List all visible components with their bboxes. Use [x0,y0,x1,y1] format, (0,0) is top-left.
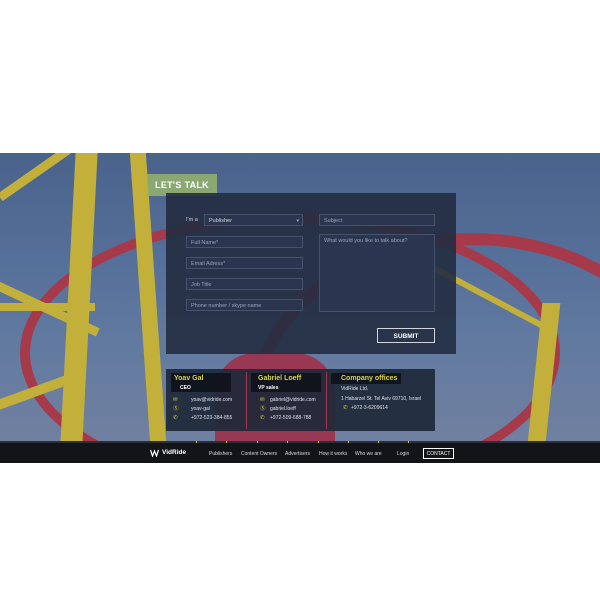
role-select-value: Publisher [209,218,232,224]
card-divider [326,372,327,429]
contact-name: Gabriel Loeff [258,375,302,382]
contact-phone[interactable]: +972-509-688-788 [270,414,311,422]
email-field[interactable]: Email Adress* [186,257,303,269]
company-phone[interactable]: +972-3-6209614 [351,404,388,412]
phone-icon: ✆ [173,415,178,421]
full-name-field[interactable]: Full Name* [186,236,303,248]
nav-content-owners[interactable]: Content Owners [241,451,277,457]
phone-icon: ✆ [343,405,348,411]
card-divider [246,372,247,429]
envelope-icon: ✉ [260,397,265,403]
contact-name: Yoav Gal [174,375,204,382]
nav-login[interactable]: Login [397,451,409,457]
skype-icon: Ⓢ [260,406,266,412]
nav-who-we-are[interactable]: Who we are [355,451,382,457]
envelope-icon: ✉ [173,397,178,403]
company-address: 1 Habarzel St. Tel Aviv 69710, Israel [341,396,422,402]
im-a-label: I'm a [186,217,198,223]
contact-skype: yoav-gal [191,406,210,412]
contact-card-ceo: Yoav Gal CEO ✉ yoav@vidride.com Ⓢ yoav-g… [168,372,245,428]
job-title-field[interactable]: Job Title [186,278,303,290]
company-offices-card: Company offices VidRide Ltd. 1 Habarzel … [328,372,434,428]
contact-button[interactable]: CONTACT [423,448,454,459]
contact-phone[interactable]: +972-523-384-855 [191,414,232,422]
role-select[interactable]: Publisher ▾ [204,214,303,226]
contact-email[interactable]: yoav@vidride.com [191,396,232,404]
nav-publishers[interactable]: Publishers [209,451,232,457]
company-name: VidRide Ltd. [341,386,369,392]
contact-card-vp-sales: Gabriel Loeff VP sales ✉ gabriel@vidride… [248,372,325,428]
nav-how-it-works[interactable]: How it works [319,451,347,457]
message-textarea[interactable]: What would you like to talk about? [319,234,435,312]
contact-email[interactable]: gabriel@vidride.com [270,396,316,404]
vidride-logo-icon [150,449,159,457]
offices-title: Company offices [341,375,398,382]
chevron-down-icon: ▾ [296,218,299,224]
phone-field[interactable]: Phone number / skype name [186,299,303,311]
subject-field[interactable]: Subject [319,214,435,226]
phone-icon: ✆ [260,415,265,421]
nav-advertisers[interactable]: Advertisers [285,451,310,457]
skype-icon: Ⓢ [173,406,179,412]
contact-role: VP sales [258,385,279,391]
contact-role: CEO [180,385,191,391]
vidride-logo-text[interactable]: VidRide [162,449,186,456]
submit-button[interactable]: SUBMIT [377,328,435,343]
contact-skype: gabriel.loeff [270,406,296,412]
